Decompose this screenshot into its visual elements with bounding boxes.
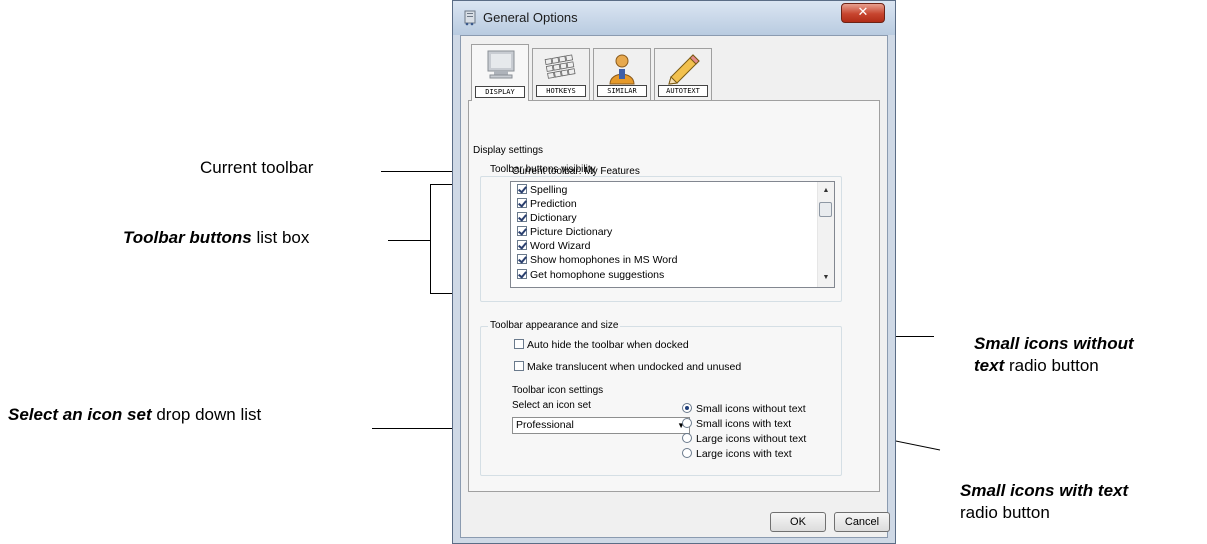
icon-set-dropdown[interactable]: Professional ▼ [512, 417, 690, 434]
icon-set-label: Select an icon set [512, 400, 591, 411]
listbox-scrollbar[interactable]: ▲ ▼ [817, 182, 834, 287]
radio-label: Small icons without text [696, 403, 806, 415]
radio-label: Large icons with text [696, 448, 792, 460]
display-settings-heading: Display settings [473, 145, 544, 156]
checkbox[interactable] [517, 254, 527, 264]
ok-button[interactable]: OK [770, 512, 826, 532]
checkbox[interactable] [517, 269, 527, 279]
translucent-label: Make translucent when undocked and unuse… [527, 361, 742, 373]
pencil-icon [668, 54, 700, 85]
checkbox[interactable] [517, 212, 527, 222]
scroll-thumb[interactable] [819, 202, 832, 217]
toolbar-buttons-listbox[interactable]: Spelling Prediction Dictionary Picture D… [510, 181, 835, 288]
person-icon [609, 54, 635, 85]
icon-settings-label: Toolbar icon settings [512, 385, 604, 396]
icon-set-value: Professional [516, 419, 574, 431]
tab-label: DISPLAY [475, 86, 525, 98]
list-item-label: Show homophones in MS Word [530, 254, 678, 266]
radio-small-without-text[interactable]: Small icons without text [682, 403, 806, 415]
list-item[interactable]: Spelling [517, 184, 567, 197]
list-item[interactable]: Get homophone suggestions [517, 269, 664, 282]
close-button[interactable]: ✕ [841, 3, 885, 23]
radio-large-without-text[interactable]: Large icons without text [682, 433, 806, 445]
window-title: General Options [483, 10, 578, 25]
radio-button[interactable] [682, 403, 692, 413]
monitor-icon [487, 50, 515, 79]
app-icon [464, 10, 476, 26]
tab-label: HOTKEYS [536, 85, 586, 97]
tab-label: SIMILAR [597, 85, 647, 97]
radio-label: Small icons with text [696, 418, 792, 430]
list-item[interactable]: Prediction [517, 198, 577, 211]
auto-hide-option[interactable]: Auto hide the toolbar when docked [514, 339, 689, 351]
radio-button[interactable] [682, 433, 692, 443]
list-item[interactable]: Picture Dictionary [517, 226, 612, 239]
auto-hide-label: Auto hide the toolbar when docked [527, 339, 689, 351]
checkbox[interactable] [517, 240, 527, 250]
tab-similar[interactable]: SIMILAR [593, 48, 651, 100]
current-toolbar-label: Current toolbar: My Features [512, 166, 640, 177]
radio-button[interactable] [682, 418, 692, 428]
list-item[interactable]: Word Wizard [517, 240, 590, 253]
list-item-label: Dictionary [530, 212, 577, 224]
list-item-label: Spelling [530, 184, 568, 196]
title-bar[interactable]: General Options ✕ [453, 1, 895, 35]
tab-label: AUTOTEXT [658, 85, 708, 97]
cancel-button[interactable]: Cancel [834, 512, 890, 532]
close-icon: ✕ [857, 5, 869, 20]
radio-large-with-text[interactable]: Large icons with text [682, 448, 792, 460]
keyboard-icon [544, 54, 576, 79]
list-item-label: Picture Dictionary [530, 226, 613, 238]
checkbox[interactable] [517, 226, 527, 236]
appearance-group-label: Toolbar appearance and size [488, 320, 621, 331]
scroll-up-icon[interactable]: ▲ [818, 184, 834, 198]
list-item-label: Prediction [530, 198, 577, 210]
translucent-checkbox[interactable] [514, 361, 524, 371]
checkbox[interactable] [517, 198, 527, 208]
list-item-label: Get homophone suggestions [530, 269, 665, 281]
radio-label: Large icons without text [696, 433, 807, 445]
tab-display[interactable]: DISPLAY [471, 44, 529, 101]
tab-autotext[interactable]: AUTOTEXT [654, 48, 712, 100]
tab-hotkeys[interactable]: HOTKEYS [532, 48, 590, 100]
list-item[interactable]: Dictionary [517, 212, 577, 225]
auto-hide-checkbox[interactable] [514, 339, 524, 349]
list-item[interactable]: Show homophones in MS Word [517, 254, 677, 267]
scroll-down-icon[interactable]: ▼ [818, 271, 834, 285]
radio-small-with-text[interactable]: Small icons with text [682, 418, 791, 430]
list-item-label: Word Wizard [530, 240, 591, 252]
checkbox[interactable] [517, 184, 527, 194]
radio-button[interactable] [682, 448, 692, 458]
translucent-option[interactable]: Make translucent when undocked and unuse… [514, 361, 741, 373]
